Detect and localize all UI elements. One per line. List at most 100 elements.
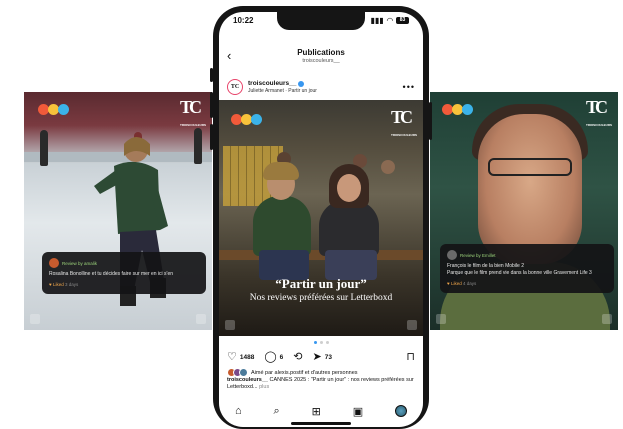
page-title: Publications [297, 48, 345, 57]
man-hair [263, 162, 299, 180]
liked-ago: 3 days [64, 282, 79, 287]
liked-by-text: Aimé par alexis.postif et d'autres perso… [251, 369, 358, 376]
page-subtitle: troiscouleurs__ [302, 58, 340, 64]
carousel-indicator [219, 341, 423, 344]
blue-dot-icon [58, 104, 69, 115]
caption-more-link[interactable]: plus [259, 384, 269, 390]
review-liked: ♥ Liked 4 days [447, 281, 477, 286]
brand-logo-subtitle: TROISCOULEURS [390, 133, 417, 137]
left-preview-card: TC TROISCOULEURS Review by amalik Rosali… [24, 92, 212, 330]
tag-icon [196, 314, 206, 324]
post-user-info: troiscouleurs__ Juliette Armanet · Parti… [248, 80, 317, 94]
phone-frame: 10:22 ▮▮▮ ◠ 83 ‹ Publications troiscoule… [210, 6, 432, 429]
mute-switch [210, 68, 213, 82]
carousel-dot-active [313, 341, 317, 344]
repost-button[interactable]: ⟲ [293, 350, 303, 363]
reels-icon[interactable]: ▣ [353, 405, 363, 418]
right-preview-card: TC TROISCOULEURS Review by Emillet Franç… [430, 92, 618, 330]
heart-icon: ♡ [227, 350, 237, 363]
like-count: 1488 [239, 353, 255, 361]
post-header: TC troiscouleurs__ Juliette Armanet · Pa… [227, 76, 415, 98]
post-caption[interactable]: troiscouleurs__ CANNES 2025 : "Partir un… [227, 377, 415, 391]
user-icon [30, 314, 40, 324]
volume-up-button [210, 92, 213, 118]
battery-icon: 83 [396, 17, 409, 24]
profile-avatar[interactable]: TC [227, 79, 243, 95]
share-count: 73 [324, 353, 332, 361]
review-header: Review by amalik [49, 258, 199, 268]
home-icon[interactable]: ⌂ [235, 405, 242, 417]
blue-dot-icon [251, 114, 262, 125]
comment-button[interactable]: ◯ 6 [264, 350, 283, 363]
brand-dots [231, 114, 262, 125]
background-skater [40, 130, 48, 166]
repost-icon: ⟲ [293, 350, 303, 363]
status-bar: 10:22 ▮▮▮ ◠ 83 [233, 16, 409, 25]
brand-logo-text: TC [179, 97, 202, 117]
top-bar: Publications troiscouleurs__ [219, 48, 423, 64]
bookmark-icon: ⊓ [406, 350, 415, 363]
more-options-icon[interactable]: ••• [403, 82, 415, 92]
status-time: 10:22 [233, 16, 254, 25]
brand-logo: TC TROISCOULEURS [391, 108, 417, 144]
post-title-sub: Nos reviews préférées sur Letterboxd [249, 293, 393, 303]
brand-logo-subtitle: TROISCOULEURS [179, 123, 206, 127]
liked-label: Liked [52, 282, 64, 287]
carousel-dot [319, 341, 323, 344]
home-indicator [291, 422, 351, 425]
post-username-row: troiscouleurs__ [248, 80, 317, 87]
liked-by-row[interactable]: Aimé par alexis.postif et d'autres perso… [227, 368, 415, 377]
reviewer-avatar [447, 250, 457, 260]
volume-down-button [210, 124, 213, 150]
profile-avatar-nav[interactable] [395, 405, 408, 417]
tagged-users-icon[interactable] [225, 320, 235, 330]
woman-face [337, 174, 361, 202]
reviewer-name: Review by amalik [62, 260, 98, 266]
user-icon [436, 314, 446, 324]
liked-label: Liked [450, 281, 462, 286]
share-button[interactable]: ➤ 73 [312, 350, 332, 363]
status-icons: ▮▮▮ ◠ 83 [371, 16, 409, 25]
review-subtext: Parque que le film prend vie dans la bon… [447, 270, 592, 276]
post-title-main: “Partir un jour” [275, 276, 367, 291]
verified-badge-icon [298, 80, 305, 87]
review-text: Rosalina Bonolline et tu décides faire s… [49, 271, 174, 277]
review-header: Review by Emillet [447, 250, 607, 260]
send-icon: ➤ [312, 350, 322, 363]
bottom-nav: ⌂ ⌕ ⊞ ▣ [219, 401, 423, 421]
create-icon[interactable]: ⊞ [312, 405, 321, 418]
brand-logo-subtitle: TROISCOULEURS [585, 123, 612, 127]
reviewer-name: Review by Emillet [460, 252, 496, 258]
caption-username[interactable]: troiscouleurs__ [227, 377, 268, 383]
search-icon[interactable]: ⌕ [274, 405, 280, 418]
person-face [478, 114, 582, 264]
like-button[interactable]: ♡ 1488 [227, 350, 255, 363]
review-bubble: Review by amalik Rosalina Bonolline et t… [42, 252, 206, 294]
liked-ago: 4 days [462, 281, 477, 286]
brand-dots [38, 104, 69, 115]
brand-dots [442, 104, 473, 115]
reviewer-avatar [49, 258, 59, 268]
woman-figure [319, 200, 379, 256]
brand-logo-text: TC [390, 107, 413, 127]
carousel-dot [325, 341, 329, 344]
post-title: “Partir un jour” Nos reviews préférées s… [219, 276, 423, 303]
glasses-icon [488, 158, 572, 176]
power-button [429, 102, 432, 140]
comment-icon: ◯ [264, 350, 277, 363]
save-button[interactable]: ⊓ [406, 350, 415, 363]
phone-screen: 10:22 ▮▮▮ ◠ 83 ‹ Publications troiscoule… [219, 12, 423, 427]
brand-logo: TC TROISCOULEURS [180, 98, 206, 134]
review-liked: ♥ Liked 3 days [49, 282, 79, 287]
blue-dot-icon [462, 104, 473, 115]
post-music-meta[interactable]: Juliette Armanet · Partir un jour [248, 88, 317, 94]
signal-icon: ▮▮▮ [370, 16, 384, 25]
post-username[interactable]: troiscouleurs__ [248, 80, 296, 87]
review-bubble: Review by Emillet François le film de la… [440, 244, 614, 293]
liker-avatar [239, 368, 248, 377]
tag-icon[interactable] [407, 320, 417, 330]
brand-logo: TC TROISCOULEURS [586, 98, 612, 134]
post-image[interactable]: TC TROISCOULEURS “Partir un jour” Nos re… [219, 100, 423, 336]
background-person [381, 160, 395, 174]
wifi-icon: ◠ [386, 16, 393, 25]
